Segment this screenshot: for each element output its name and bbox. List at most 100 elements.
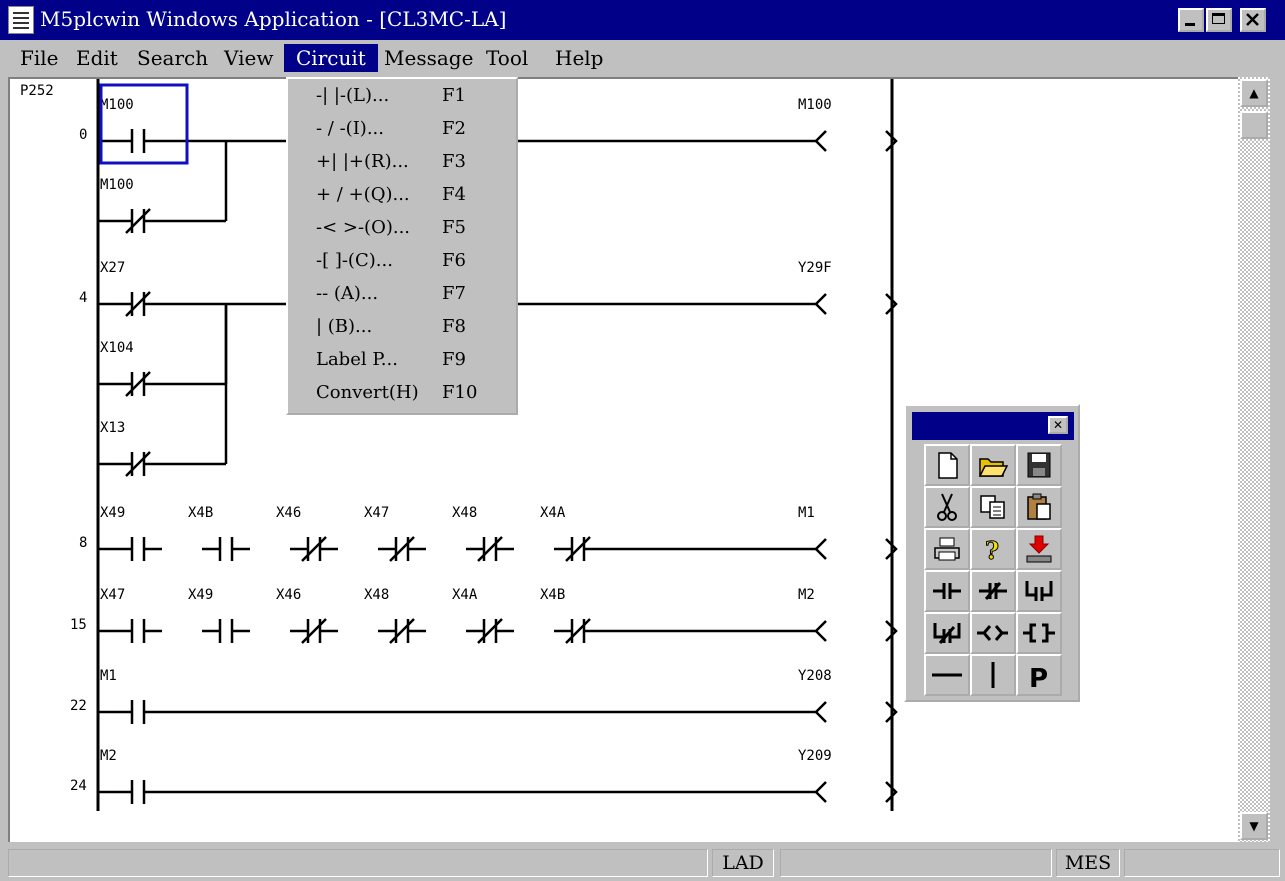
tool-palette-titlebar[interactable]: ✕ (912, 412, 1074, 440)
scroll-down-button[interactable]: ▼ (1240, 812, 1268, 840)
menu-item-horizontal-line[interactable]: -- (A)... F7 (288, 279, 516, 312)
contact-no[interactable] (114, 780, 162, 804)
menu-item-contact-nc[interactable]: - / -(I)... F2 (288, 114, 516, 147)
menu-view[interactable]: View (212, 44, 285, 72)
contact-label: X47 (100, 587, 125, 603)
coil-label: M100 (798, 97, 832, 113)
output-coil[interactable] (814, 781, 898, 803)
menu-file[interactable]: File (8, 44, 71, 72)
menu-item-function[interactable]: -[ ]-(C)... F6 (288, 246, 516, 279)
contact-label: X48 (452, 505, 477, 521)
contact-label: X46 (276, 587, 301, 603)
contact-no[interactable] (114, 537, 162, 561)
menu-item-parallel-nc[interactable]: + / +(Q)... F4 (288, 180, 516, 213)
coil-label: Y29F (798, 260, 832, 276)
contact-label: X27 (100, 260, 125, 276)
menu-circuit[interactable]: Circuit (284, 44, 378, 72)
app-icon[interactable] (8, 6, 34, 34)
save-disk-icon[interactable] (1016, 444, 1062, 486)
menu-message[interactable]: Message (372, 44, 485, 72)
menu-item-coil[interactable]: -< >-(O)... F5 (288, 213, 516, 246)
open-folder-icon[interactable] (970, 444, 1016, 486)
contact-label: M1 (100, 668, 117, 684)
status-panel-right (1124, 849, 1280, 877)
menu-help[interactable]: Help (543, 44, 615, 72)
output-coil[interactable] (814, 538, 898, 560)
contact-label: X4B (188, 505, 213, 521)
contact-label: X4A (452, 587, 478, 603)
menu-edit[interactable]: Edit (64, 44, 130, 72)
parallel-no-icon[interactable] (1016, 570, 1062, 612)
contact-label: X4B (540, 587, 565, 603)
contact-label: X49 (100, 505, 125, 521)
status-mode: LAD (712, 849, 774, 877)
step-number: 15 (70, 617, 87, 633)
contact-no[interactable] (114, 619, 162, 643)
tool-palette-close-button[interactable]: ✕ (1048, 416, 1068, 434)
scroll-thumb[interactable] (1240, 111, 1268, 139)
label-p-icon[interactable]: P (1016, 654, 1062, 696)
tool-palette: ✕ ? P (904, 404, 1080, 702)
help-question-icon[interactable]: ? (970, 528, 1016, 570)
contact-label: X47 (364, 505, 389, 521)
output-coil[interactable] (814, 701, 898, 723)
menu-item-label-p[interactable]: Label P... F9 (288, 345, 516, 378)
menu-bar: File Edit Search View Circuit Message To… (0, 40, 1285, 76)
vertical-scrollbar[interactable]: ▲ ▼ (1238, 77, 1270, 842)
menu-item-convert[interactable]: Convert(H) F10 (288, 378, 516, 411)
function-icon[interactable] (1016, 612, 1062, 654)
contact-no-icon[interactable] (924, 570, 970, 612)
menu-item-contact-no[interactable]: -| |-(L)... F1 (288, 81, 516, 114)
new-file-icon[interactable] (924, 444, 970, 486)
svg-text:?: ? (985, 536, 999, 565)
contact-nc-icon[interactable] (970, 570, 1016, 612)
close-button[interactable] (1240, 8, 1266, 32)
title-bar: M5plcwin Windows Application - [CL3MC-LA… (0, 0, 1285, 40)
parallel-nc-icon[interactable] (924, 612, 970, 654)
menu-tool[interactable]: Tool (474, 44, 540, 72)
contact-no[interactable] (114, 700, 162, 724)
step-number: 4 (79, 290, 87, 306)
maximize-button[interactable] (1206, 8, 1232, 32)
branch-contact-label: X13 (100, 420, 125, 436)
paste-icon[interactable] (1016, 486, 1062, 528)
horizontal-line-icon[interactable] (924, 654, 970, 696)
branch-contact-label: M100 (100, 177, 134, 193)
contact-label: X49 (188, 587, 213, 603)
step-number: 22 (70, 698, 87, 714)
minimize-button[interactable] (1178, 8, 1204, 32)
print-icon[interactable] (924, 528, 970, 570)
contact-label: M100 (100, 97, 134, 113)
status-panel-middle (780, 849, 1052, 877)
menu-item-parallel-no[interactable]: +| |+(R)... F3 (288, 147, 516, 180)
output-coil[interactable] (814, 293, 898, 315)
coil-label: Y209 (798, 748, 832, 764)
status-panel-main (8, 849, 708, 877)
output-coil[interactable] (814, 620, 898, 642)
contact-label: X4A (540, 505, 566, 521)
coil-label: Y208 (798, 668, 832, 684)
contact-label: M2 (100, 748, 117, 764)
status-message: MES (1056, 849, 1120, 877)
coil-label: M2 (798, 587, 815, 603)
vertical-line-icon[interactable] (970, 654, 1016, 696)
transfer-icon[interactable] (1016, 528, 1062, 570)
contact-no[interactable] (202, 619, 250, 643)
contact-no[interactable] (114, 129, 162, 153)
copy-icon[interactable] (970, 486, 1016, 528)
svg-text:P: P (1029, 664, 1048, 694)
coil-label: M1 (798, 505, 815, 521)
step-number: 0 (79, 127, 87, 143)
contact-label: X48 (364, 587, 389, 603)
page-label: P252 (20, 83, 54, 99)
output-coil[interactable] (814, 130, 898, 152)
menu-item-vertical-line[interactable]: | (B)... F8 (288, 312, 516, 345)
step-number: 8 (79, 535, 87, 551)
coil-icon[interactable] (970, 612, 1016, 654)
menu-search[interactable]: Search (125, 44, 220, 72)
scroll-up-button[interactable]: ▲ (1240, 79, 1268, 107)
cut-scissors-icon[interactable] (924, 486, 970, 528)
contact-no[interactable] (202, 537, 250, 561)
step-number: 24 (70, 778, 87, 794)
window-title: M5plcwin Windows Application - [CL3MC-LA… (40, 7, 507, 31)
